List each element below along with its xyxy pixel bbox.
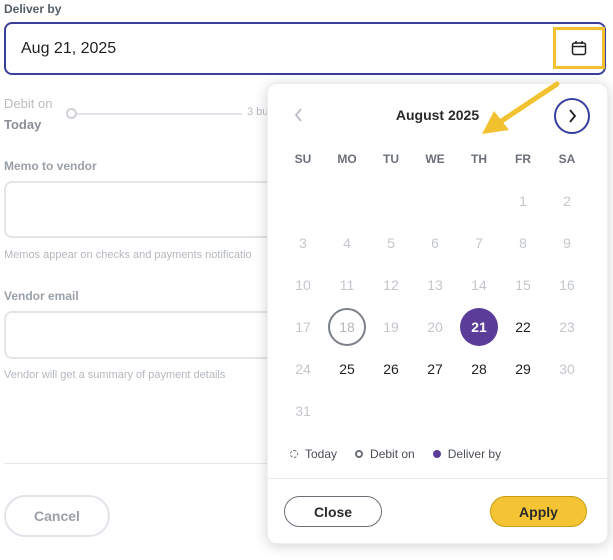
calendar-day: 11: [339, 277, 355, 293]
calendar-day: 13: [427, 277, 443, 293]
calendar-day[interactable]: 28: [460, 350, 498, 388]
debit-on-label: Debit on: [4, 96, 53, 111]
timeline-dot: [66, 108, 77, 119]
calendar-day: 14: [471, 277, 487, 293]
timeline-line: [77, 113, 242, 115]
calendar-day: 6: [431, 235, 439, 251]
calendar-day: 7: [475, 235, 483, 251]
legend-debit-on: Debit on: [355, 447, 415, 461]
weekday-mo: MO: [337, 152, 357, 166]
calendar-day: 16: [559, 277, 575, 293]
calendar-day: 10: [295, 277, 311, 293]
calendar-day: 5: [387, 235, 395, 251]
legend-deliver-by-label: Deliver by: [447, 447, 502, 461]
close-button[interactable]: Close: [284, 496, 382, 527]
apply-button[interactable]: Apply: [490, 496, 587, 527]
today-marker-icon: [290, 450, 298, 458]
weekday-sa: SA: [558, 152, 576, 166]
calendar-day: 4: [343, 235, 351, 251]
timeline-end-label: 3 bu: [247, 106, 269, 118]
deliver-by-date-value: Aug 21, 2025: [21, 40, 117, 57]
calendar-day[interactable]: 26: [372, 350, 410, 388]
legend-debit-on-label: Debit on: [370, 447, 415, 461]
calendar-day: 2: [563, 193, 571, 209]
calendar-day: 30: [559, 361, 575, 377]
calendar-day: 17: [295, 319, 311, 335]
weekday-we: WE: [425, 152, 445, 166]
debit-on-marker-icon: [355, 450, 364, 458]
calendar-day: 31: [295, 403, 311, 419]
calendar-legend: Today Debit on Deliver by: [290, 447, 519, 461]
calendar-day[interactable]: 29: [504, 350, 542, 388]
calendar-day: 8: [519, 235, 527, 251]
chevron-right-icon: [569, 109, 577, 123]
calendar-day: 9: [563, 235, 571, 251]
popup-divider: [268, 478, 607, 479]
deliver-by-date-field[interactable]: Aug 21, 2025: [4, 22, 606, 75]
legend-deliver-by: Deliver by: [432, 447, 502, 461]
calendar-day[interactable]: 22: [504, 308, 542, 346]
calendar-day: 3: [299, 235, 307, 251]
cancel-button[interactable]: Cancel: [4, 495, 110, 537]
legend-today-label: Today: [305, 447, 338, 461]
date-picker-popup: August 2025 SU MO TU WE TH FR SA 1 2 3 4 5 6 7 8 9 10 11…: [267, 83, 608, 544]
calendar-day: 15: [515, 277, 531, 293]
debit-on-value: Today: [4, 117, 42, 132]
weekday-tu: TU: [383, 152, 399, 166]
memo-input[interactable]: [4, 181, 304, 238]
calendar-day: 12: [383, 277, 399, 293]
calendar-icon: [571, 41, 587, 56]
calendar-day-selected[interactable]: 21: [460, 308, 498, 346]
calendar-day: 20: [427, 319, 443, 335]
memo-label: Memo to vendor: [4, 159, 97, 173]
memo-hint: Memos appear on checks and payments noti…: [4, 249, 252, 261]
deliver-by-label: Deliver by: [4, 2, 62, 16]
vendor-email-input[interactable]: [4, 311, 304, 359]
calendar-day: 24: [295, 361, 311, 377]
vendor-email-hint: Vendor will get a summary of payment det…: [4, 369, 226, 381]
weekday-fr: FR: [515, 152, 531, 166]
calendar-day: 23: [559, 319, 575, 335]
legend-today: Today: [290, 447, 337, 461]
calendar-day: 19: [383, 319, 399, 335]
calendar-button[interactable]: [553, 27, 605, 69]
calendar-day: 1: [519, 193, 527, 209]
form-divider: [4, 463, 304, 464]
deliver-by-marker-icon: [432, 450, 441, 458]
weekday-th: TH: [471, 152, 487, 166]
weekday-su: SU: [294, 152, 312, 166]
next-month-button[interactable]: [554, 98, 590, 134]
calendar-day[interactable]: 25: [328, 350, 366, 388]
calendar-day-today: 18: [328, 308, 366, 346]
vendor-email-label: Vendor email: [4, 289, 79, 303]
calendar-day[interactable]: 27: [416, 350, 454, 388]
